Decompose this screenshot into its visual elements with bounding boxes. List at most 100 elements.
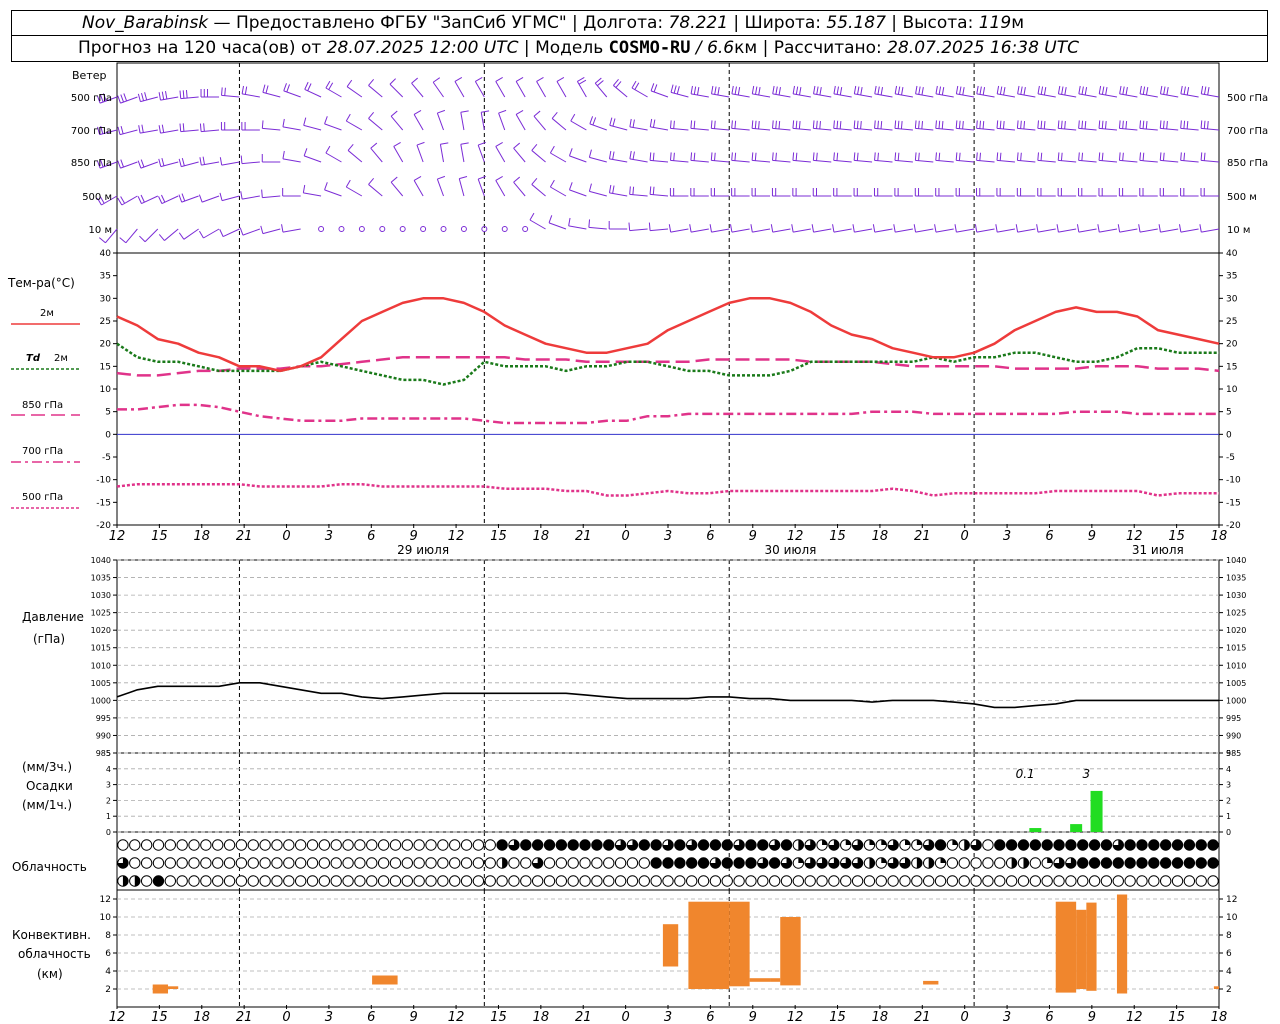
td2m-line xyxy=(116,342,1219,386)
wind-barb-flag xyxy=(262,84,266,93)
wind-barb-staff xyxy=(1037,159,1056,163)
wind-barb-flag xyxy=(261,120,264,129)
wind-barb-flag xyxy=(811,224,815,233)
hour-label-top: 21 xyxy=(575,529,592,544)
wind-barb-flag xyxy=(1003,87,1006,96)
temperature-tick-label-left: 25 xyxy=(100,317,111,327)
cloud-high-fill xyxy=(544,839,555,851)
wind-barb-flag xyxy=(1162,120,1165,129)
wind-barb-staff xyxy=(413,180,424,197)
wind-barb-flag xyxy=(390,176,398,183)
precip-unit-3h: (мм/3ч.) xyxy=(22,760,72,774)
wind-barb-flag xyxy=(1036,224,1039,233)
wind-barb-staff xyxy=(650,159,669,163)
cloud-low-symbol xyxy=(531,875,544,887)
cloud-low-symbol xyxy=(496,875,508,887)
wind-barb-flag xyxy=(588,219,591,228)
hour-label-bottom: 15 xyxy=(1168,1010,1185,1024)
cloud-high-symbol xyxy=(318,839,331,851)
wind-barb-staff xyxy=(568,225,587,230)
cloud-high-fill xyxy=(1006,839,1017,851)
cloud-high-symbol xyxy=(401,839,414,851)
wind-barb-staff xyxy=(650,126,669,131)
wind-barb-staff xyxy=(1160,228,1179,233)
cloud-high-symbol xyxy=(200,839,212,851)
wind-barb-staff xyxy=(368,118,383,131)
wind-barb-staff xyxy=(711,228,730,233)
hour-label-top: 18 xyxy=(1211,529,1228,544)
precip-title: Осадки xyxy=(26,779,73,793)
wind-level-label-right: 500 гПа xyxy=(1227,93,1268,104)
wind-barb-flag xyxy=(325,80,331,89)
wind-barb-staff xyxy=(935,159,954,163)
wind-barb-flag xyxy=(693,86,697,95)
cloud-low-symbol xyxy=(922,875,935,887)
wind-barb-staff xyxy=(772,228,791,233)
cloud-middle-symbol xyxy=(140,857,153,869)
wind-barb-flag xyxy=(1037,152,1040,161)
wind-barb-flag xyxy=(219,192,223,201)
wind-barb-flag xyxy=(1180,120,1182,129)
wind-barb-staff xyxy=(221,195,240,202)
wind-barb-staff xyxy=(515,114,526,131)
wind-barb-flag xyxy=(996,85,1000,94)
cloud-high-symbol xyxy=(247,839,259,851)
cloud-middle-fill xyxy=(940,857,946,863)
cloud-low-symbol xyxy=(1041,875,1053,887)
wind-barb-flag xyxy=(1084,120,1087,130)
cloud-low-symbol xyxy=(1077,875,1089,887)
wind-barb-flag xyxy=(1199,224,1202,233)
hour-label-bottom: 12 xyxy=(787,1010,804,1024)
cloud-middle-fill xyxy=(722,857,733,869)
pressure-tick-label-right: 1030 xyxy=(1226,591,1246,600)
cloud-low-symbol xyxy=(816,875,828,887)
wind-calm xyxy=(379,226,386,232)
cloud-high-symbol xyxy=(164,839,177,851)
cloud-high-symbol xyxy=(425,839,437,851)
wind-barb-flag xyxy=(839,120,842,130)
cloud-middle-symbol xyxy=(247,857,259,869)
wind-barb-flag xyxy=(918,152,920,161)
cloud-high-symbol xyxy=(484,839,496,851)
cloud-middle-symbol xyxy=(614,857,627,869)
wind-barb-flag xyxy=(1104,120,1107,130)
wind-barb-staff xyxy=(325,152,342,163)
wind-barb-staff xyxy=(833,93,852,98)
cloud-middle-symbol xyxy=(342,857,354,869)
wind-barb-flag xyxy=(880,120,883,130)
hour-label-top: 3 xyxy=(664,529,672,544)
wind-barb-flag xyxy=(894,120,897,129)
wind-level-label-right: 500 м xyxy=(1227,192,1257,203)
wind-barb-flag xyxy=(860,120,862,130)
temperature-tick-label-right: 40 xyxy=(1226,249,1238,259)
cloud-high-fill xyxy=(1077,839,1088,851)
cloud-middle-symbol xyxy=(508,857,520,869)
cloud-low-symbol xyxy=(555,875,568,887)
pressure-tick-label-right: 1015 xyxy=(1226,644,1246,653)
wind-barb-flag xyxy=(283,83,287,92)
cloud-low-symbol xyxy=(188,875,200,887)
wind-barb-flag xyxy=(240,155,243,164)
wind-barb-flag xyxy=(556,76,565,82)
cloud-middle-fill xyxy=(1136,857,1148,869)
wind-barb-flag xyxy=(495,175,503,181)
wind-barb-flag xyxy=(179,123,182,132)
wind-barb-flag xyxy=(324,182,328,191)
wind-barb-flag xyxy=(1125,120,1128,130)
cloud-low-symbol xyxy=(662,875,674,887)
cloud-middle-symbol xyxy=(366,857,378,869)
wind-barb-flag xyxy=(778,120,781,130)
cloud-middle-symbol xyxy=(354,857,366,869)
wind-barb-staff xyxy=(650,193,669,197)
wind-calm xyxy=(460,226,467,232)
day-label: 30 июля xyxy=(765,543,817,557)
wind-barb-staff xyxy=(531,150,546,163)
wind-barb-flag xyxy=(117,95,121,104)
wind-barb-flag xyxy=(710,120,713,129)
cloud-high-symbol xyxy=(306,839,319,851)
cloud-middle-symbol xyxy=(970,857,982,869)
wind-barb-flag xyxy=(836,152,839,161)
wind-barb-flag xyxy=(833,85,836,94)
wind-barb-flag xyxy=(1203,86,1207,95)
wind-barb-flag xyxy=(416,141,425,146)
